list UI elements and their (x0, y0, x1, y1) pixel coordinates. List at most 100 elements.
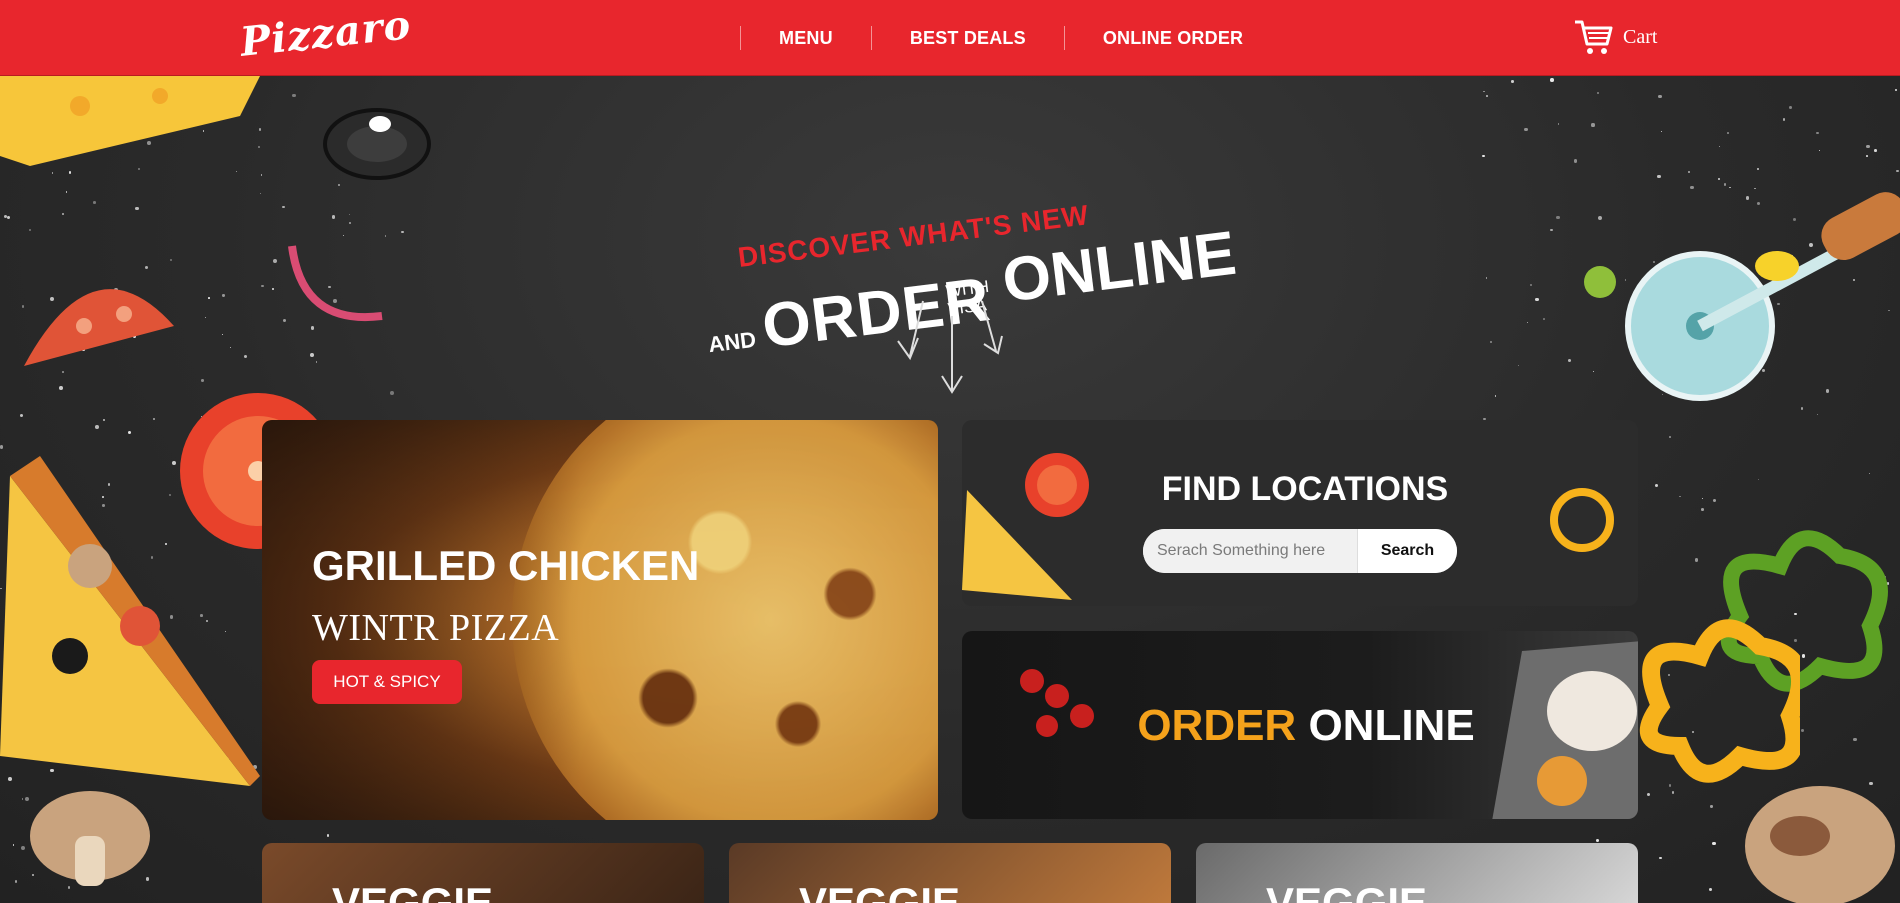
flour-speckle (332, 215, 336, 219)
flour-speckle (1485, 277, 1487, 279)
flour-speckle (1818, 149, 1820, 151)
flour-speckle (1597, 92, 1600, 95)
flour-speckle (272, 259, 277, 264)
site-logo[interactable]: Pizzaro (238, 1, 413, 66)
flour-speckle (1894, 88, 1898, 92)
flour-speckle (1592, 370, 1594, 372)
flour-speckle (59, 385, 64, 390)
location-search: Search (1143, 529, 1457, 573)
flour-speckle (315, 361, 317, 363)
flour-speckle (1660, 131, 1662, 133)
main-nav: MENU BEST DEALS ONLINE ORDER (740, 0, 1281, 76)
order-word: ORDER (1137, 701, 1297, 750)
mushroom-decoration (30, 791, 150, 886)
flour-speckle (1701, 497, 1704, 500)
mushroom-right-decoration (1745, 786, 1895, 903)
cart-link[interactable]: Cart (1573, 18, 1657, 56)
flour-speckle (310, 352, 315, 357)
grilled-chicken-title: GRILLED CHICKEN (312, 542, 700, 589)
flour-speckle (1853, 737, 1857, 741)
flour-speckle (94, 424, 99, 429)
flour-speckle (348, 222, 351, 225)
flour-speckle (1550, 78, 1554, 82)
flour-speckle (1783, 118, 1786, 121)
search-input[interactable] (1143, 529, 1357, 573)
flour-speckle (1865, 155, 1868, 157)
flour-speckle (1659, 856, 1663, 860)
flour-speckle (62, 213, 65, 216)
flour-speckle (221, 334, 223, 336)
flour-speckle (1595, 838, 1599, 842)
flour-speckle (208, 297, 210, 299)
flour-speckle (138, 168, 141, 171)
nav-online-order[interactable]: ONLINE ORDER (1065, 28, 1281, 49)
flour-speckle (1866, 144, 1870, 149)
nav-menu[interactable]: MENU (741, 28, 871, 49)
flour-speckle (1687, 170, 1691, 174)
flour-speckle (1679, 495, 1681, 497)
flour-speckle (28, 228, 31, 231)
find-locations-card: FIND LOCATIONS Search (962, 420, 1638, 606)
winter-pizza-subtitle: WINTR PIZZA (312, 607, 560, 649)
flour-speckle (272, 288, 274, 290)
search-button[interactable]: Search (1357, 529, 1457, 573)
flour-speckle (1695, 558, 1699, 562)
flour-speckle (1483, 90, 1485, 93)
flour-speckle (1543, 318, 1545, 320)
flour-speckle (282, 205, 285, 209)
flour-speckle (1658, 95, 1662, 99)
flour-speckle (201, 378, 205, 382)
order-online-title: ORDER ONLINE (962, 701, 1638, 751)
veggie-title: VEGGIE (1266, 879, 1428, 903)
flour-speckle (1701, 508, 1705, 512)
green-olive-decoration (1584, 266, 1616, 298)
cart-label: Cart (1623, 25, 1658, 48)
flour-speckle (222, 294, 225, 297)
veggie-card-1[interactable]: VEGGIE (262, 843, 704, 903)
cart-icon (1575, 20, 1613, 54)
flour-speckle (338, 184, 341, 187)
veggie-card-2[interactable]: VEGGIE (729, 843, 1171, 903)
pizza-cutter-decoration (1625, 192, 1900, 401)
flour-speckle (51, 172, 54, 174)
corn-decoration (1755, 251, 1799, 281)
flour-speckle (1573, 159, 1578, 163)
flour-speckle (12, 843, 15, 846)
grilled-chicken-card[interactable]: GRILLED CHICKEN WINTR PIZZA HOT & SPICY (262, 420, 938, 820)
flour-speckle (1550, 228, 1553, 232)
flour-speckle (0, 445, 4, 449)
headline-and: AND (706, 326, 758, 358)
flour-speckle (261, 284, 264, 288)
hot-spicy-button[interactable]: HOT & SPICY (312, 660, 462, 704)
order-online-card[interactable]: ORDER ONLINE (962, 631, 1638, 819)
veggie-title: VEGGIE (799, 879, 961, 903)
flour-speckle (235, 170, 238, 173)
flour-speckle (1526, 322, 1528, 324)
flour-speckle (1757, 167, 1760, 170)
flour-speckle (1494, 394, 1497, 397)
veggie-card-3[interactable]: VEGGIE (1196, 843, 1638, 903)
flour-speckle (1896, 170, 1899, 173)
flour-speckle (170, 259, 173, 262)
online-word: ONLINE (1308, 701, 1475, 750)
flour-speckle (1591, 123, 1595, 127)
flour-speckle (1490, 341, 1493, 344)
olive-decoration (323, 108, 431, 180)
flour-speckle (68, 171, 71, 174)
arrows-down-icon (897, 300, 1003, 394)
flour-speckle (205, 316, 207, 318)
flour-speckle (1712, 841, 1716, 845)
flour-speckle (1530, 283, 1533, 287)
flour-speckle (153, 418, 155, 420)
nav-best-deals[interactable]: BEST DEALS (872, 28, 1064, 49)
flour-speckle (1816, 132, 1819, 135)
flour-speckle (229, 346, 232, 349)
flour-speckle (292, 93, 297, 98)
flour-speckle (1712, 498, 1717, 502)
flour-speckle (1727, 131, 1730, 134)
flour-speckle (1874, 149, 1878, 153)
onion-ring-decoration (288, 245, 383, 322)
flour-speckle (103, 419, 106, 421)
top-navbar: Pizzaro MENU BEST DEALS ONLINE ORDER Car… (0, 0, 1900, 76)
cheese-decoration (0, 76, 260, 166)
